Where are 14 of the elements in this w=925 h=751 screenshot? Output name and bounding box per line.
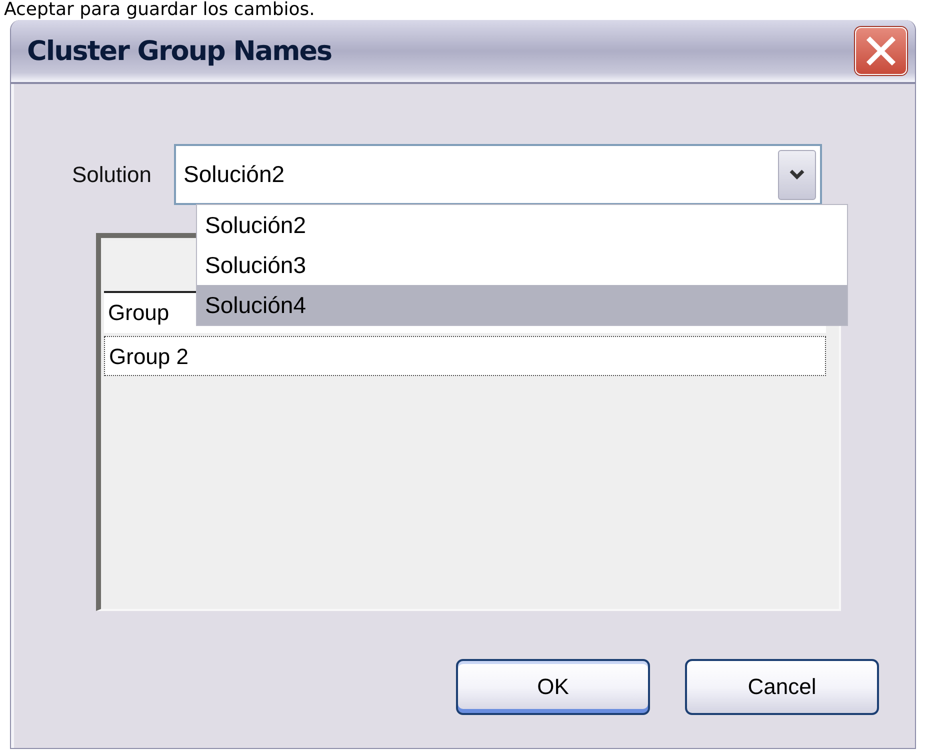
- close-icon: [866, 36, 896, 66]
- chevron-down-icon: [788, 168, 805, 180]
- instruction-text: Aceptar para guardar los cambios.: [3, 0, 316, 20]
- ok-button[interactable]: OK: [456, 659, 650, 715]
- dropdown-option[interactable]: Solución4: [197, 285, 847, 325]
- solution-label: Solution: [72, 162, 152, 188]
- grid-cell[interactable]: Group 2: [104, 336, 826, 376]
- dropdown-arrow-button[interactable]: [778, 150, 816, 200]
- solution-dropdown[interactable]: Solución2: [174, 144, 822, 205]
- dropdown-option[interactable]: Solución2: [197, 205, 847, 245]
- dropdown-option[interactable]: Solución3: [197, 245, 847, 285]
- window-title: Cluster Group Names: [27, 36, 332, 66]
- cancel-button[interactable]: Cancel: [685, 659, 879, 715]
- close-button[interactable]: [855, 27, 907, 75]
